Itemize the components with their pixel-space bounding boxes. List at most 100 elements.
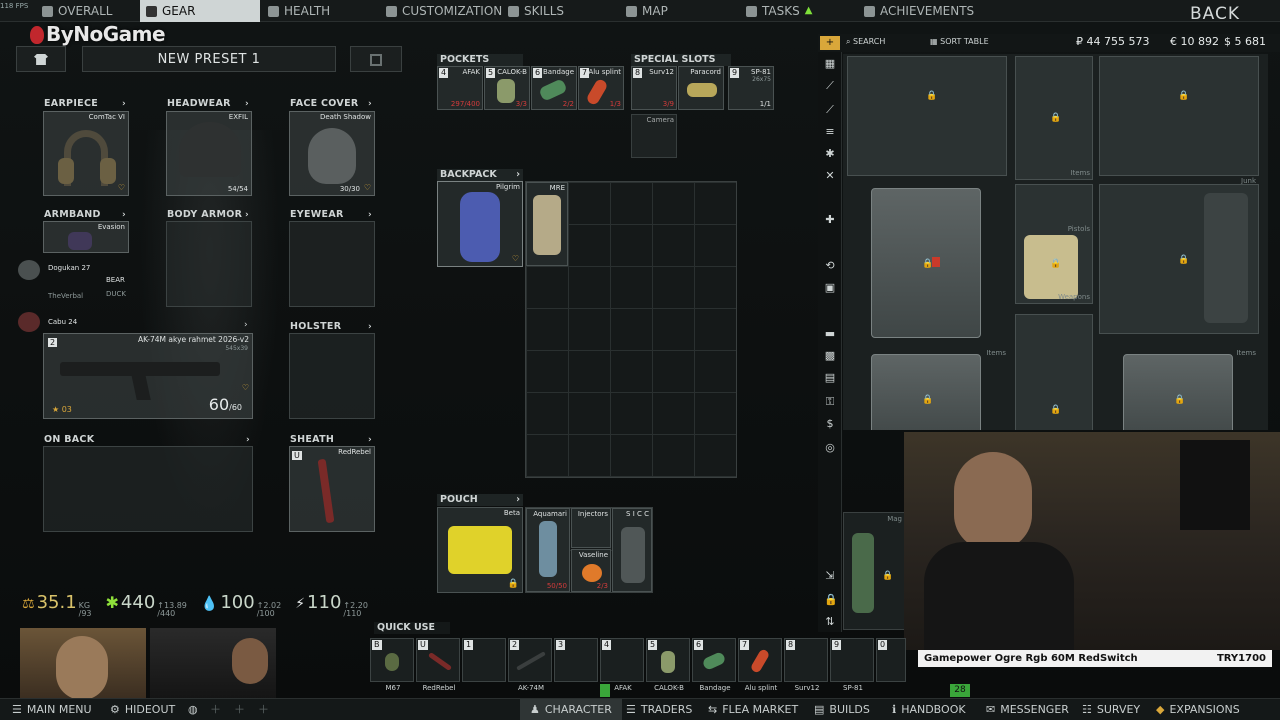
avatar[interactable] [18,260,40,280]
stash-container[interactable]: Pistols 🔒 Weapons [1015,184,1093,304]
quick-slot[interactable]: 4 [600,638,644,682]
sheath-slot[interactable]: U RedRebel [289,446,375,532]
avatar[interactable] [18,312,40,332]
key-filter-icon[interactable]: ⚿ [824,396,836,408]
item-case[interactable]: 🔒 Items [1123,349,1256,430]
ammo-filter-icon[interactable]: ≡ [824,126,836,138]
item-case[interactable] [1204,193,1248,323]
tools-filter-icon[interactable]: ✕ [824,170,836,182]
sort-icon[interactable]: ⇅ [824,616,836,628]
eyewear-slot[interactable] [289,221,375,307]
quick-slot[interactable]: 8 [784,638,828,682]
special-slot[interactable]: Paracord [678,66,724,110]
add-filter-icon[interactable]: + [820,36,840,50]
tab-achievements[interactable]: ACHIEVEMENTS [858,0,980,22]
traders-tab[interactable]: ☰ TRADERS [626,699,692,720]
sort-table-button[interactable]: ▦ SORT TABLE [930,37,989,46]
chevron-right-icon[interactable]: › [245,209,249,221]
stash-container[interactable]: 🔒 [1015,314,1093,430]
stash-container[interactable]: 🔒 Items [1015,56,1093,180]
chevron-right-icon[interactable]: › [244,320,248,330]
chevron-right-icon[interactable]: › [245,98,249,110]
lock-icon[interactable]: 🔒 [824,594,838,606]
preset-list-button[interactable] [16,46,66,72]
quick-slot[interactable]: 3 [554,638,598,682]
builds-tab[interactable]: ▤ BUILDS [814,699,870,720]
stash-container[interactable]: 🔒 Junk [1099,56,1259,185]
backpack-item[interactable]: MRE [526,182,568,266]
medical-filter-icon[interactable]: ✱ [824,148,836,160]
chevron-right-icon[interactable]: › [368,434,372,446]
pouch-item[interactable]: Vaseline 2/3 [571,549,611,592]
quest-filter-icon[interactable]: ◎ [824,442,836,454]
tab-skills[interactable]: SKILLS [502,0,570,22]
quick-slot[interactable]: 6 [692,638,736,682]
chevron-right-icon[interactable]: › [246,434,250,446]
tab-customization[interactable]: CUSTOMIZATION [380,0,508,22]
camera-slot[interactable]: Camera [631,114,677,158]
chevron-right-icon[interactable]: › [516,494,520,506]
quick-slot[interactable]: U [416,638,460,682]
pocket-slot[interactable]: 6 Bandage 2/2 [531,66,577,110]
pouch-item[interactable]: S I C C [612,508,652,592]
special-slot[interactable]: 9 SP-81 26x75 1/1 [728,66,774,110]
tab-health[interactable]: HEALTH [262,0,336,22]
armband-slot[interactable]: Evasion [43,221,129,253]
character-tab[interactable]: ♟ CHARACTER [520,699,622,720]
armor-filter-icon[interactable]: ▩ [824,350,836,362]
handbook-tab[interactable]: ℹ HANDBOOK [892,699,966,720]
quick-slot[interactable]: 5 [646,638,690,682]
money-filter-icon[interactable]: $ [824,418,836,430]
weapon-filter-icon[interactable]: ⟋ [824,80,836,92]
add-slot-button[interactable]: ＋ [234,699,245,720]
mods-filter-icon[interactable]: ✚ [824,214,836,226]
pouch-item[interactable]: Injectors [571,508,611,548]
pouch-slot[interactable]: Beta 🔒 [437,507,523,593]
info-filter-icon[interactable]: ▤ [824,372,836,384]
save-preset-button[interactable] [350,46,402,72]
expansions-tab[interactable]: ◆ EXPANSIONS [1156,699,1240,720]
chevron-right-icon[interactable]: › [368,209,372,221]
stash-grid[interactable]: 🔒 🔒 Items 🔒 Junk 🔒 Pistols 🔒 Weapons 🔒 🔒 Item… [843,54,1268,430]
barter-filter-icon[interactable]: ⟲ [824,260,836,272]
headwear-slot[interactable]: EXFIL 54/54 [166,111,252,196]
pin-icon[interactable]: ⇲ [824,570,836,582]
pocket-slot[interactable]: 4 AFAK 297/400 [437,66,483,110]
messenger-tab[interactable]: ✉ MESSENGER [986,699,1069,720]
chevron-right-icon[interactable]: › [368,98,372,110]
pocket-slot[interactable]: 7 Alu splint 1/3 [578,66,624,110]
add-slot-button[interactable]: ＋ [258,699,269,720]
earpiece-slot[interactable]: ComTac VI ♡ [43,111,129,196]
tab-gear[interactable]: GEAR [140,0,260,22]
gear-filter-icon[interactable]: ⟋ [824,104,836,116]
back-button[interactable]: BACK [1190,4,1240,24]
quick-slot[interactable]: 0 [876,638,906,682]
tab-tasks[interactable]: TASKS ▲ [740,0,818,22]
quick-slot[interactable]: 2 [508,638,552,682]
pouch-item[interactable]: Aquamari 50/50 [526,508,570,592]
quick-slot[interactable]: B [370,638,414,682]
container-filter-icon[interactable]: ▣ [824,282,836,294]
chevron-right-icon[interactable]: › [516,169,520,181]
quick-slot[interactable]: 1 [462,638,506,682]
preset-name-field[interactable]: NEW PRESET 1 [82,46,336,72]
tab-map[interactable]: MAP [620,0,674,22]
survey-tab[interactable]: ☷ SURVEY [1082,699,1140,720]
add-slot-button[interactable]: ＋ [210,699,221,720]
primary-weapon-slot[interactable]: 2 AK-74M akye rahmet 2026-v2 545x39 ★ 03… [43,333,253,419]
item-case[interactable]: 🔒 Items [871,349,1006,430]
hideout-button[interactable]: ⚙ HIDEOUT [110,699,175,720]
holster-slot[interactable] [289,333,375,419]
mag-case[interactable]: Mag 🔒 [843,512,905,630]
main-menu-button[interactable]: ☰ MAIN MENU [12,699,92,720]
search-button[interactable]: ⌕ SEARCH [846,37,885,47]
chevron-right-icon[interactable]: › [122,209,126,221]
special-slot[interactable]: 8 Surv12 3/9 [631,66,677,110]
case-filter-icon[interactable]: ▬ [824,328,836,340]
grid-icon[interactable]: ▦ [824,58,836,70]
face-cover-slot[interactable]: Death Shadow 30/30 ♡ [289,111,375,196]
profile-button[interactable]: ◍ [188,699,198,720]
chevron-right-icon[interactable]: › [368,321,372,333]
quick-slot[interactable]: 7 [738,638,782,682]
tab-overall[interactable]: OVERALL [36,0,118,22]
